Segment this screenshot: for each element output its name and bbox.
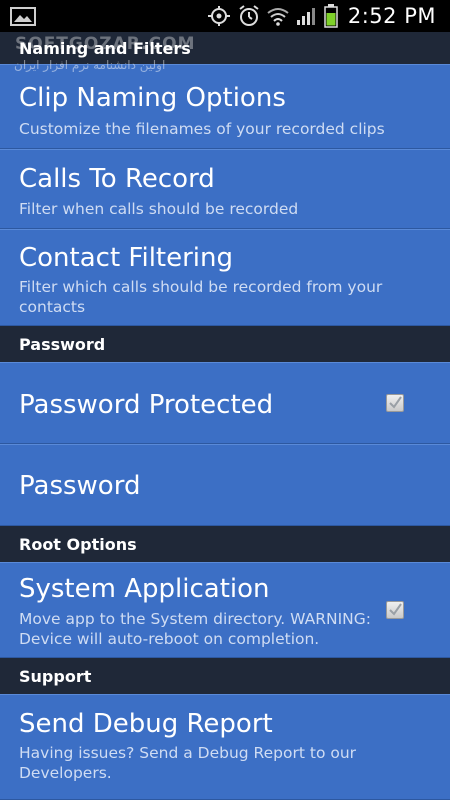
pref-summary: Having issues? Send a Debug Report to ou… (19, 744, 357, 782)
gallery-icon (10, 7, 36, 26)
battery-icon (324, 4, 338, 28)
pref-summary: Filter which calls should be recorded fr… (19, 278, 383, 316)
status-clock: 2:52 PM (347, 4, 436, 28)
pref-summary: Customize the filenames of your recorded… (19, 120, 385, 138)
pref-title: Contact Filtering (19, 243, 234, 273)
password-protected-checkbox[interactable] (386, 394, 404, 412)
section-header-naming: Naming and Filters (0, 32, 450, 64)
location-icon (206, 6, 232, 26)
pref-title: Clip Naming Options (19, 83, 286, 113)
pref-title: Password (19, 471, 141, 501)
pref-summary: Move app to the System directory. WARNIN… (19, 610, 372, 648)
system-application-checkbox[interactable] (386, 601, 404, 619)
pref-calls-to-record[interactable]: Calls To Record Filter when calls should… (0, 149, 450, 229)
pref-title: System Application (19, 574, 270, 604)
section-header-root-options: Root Options (0, 526, 450, 562)
pref-password[interactable]: Password (0, 444, 450, 526)
pref-password-protected[interactable]: Password Protected (0, 362, 450, 444)
section-header-password: Password (0, 326, 450, 362)
pref-system-application[interactable]: System Application Move app to the Syste… (0, 562, 450, 658)
signal-icon (296, 6, 318, 26)
alarm-icon (238, 5, 260, 27)
pref-title: Password Protected (19, 390, 274, 420)
pref-contact-filtering[interactable]: Contact Filtering Filter which calls sho… (0, 229, 450, 326)
wifi-icon (266, 6, 290, 26)
status-bar: 2:52 PM (0, 0, 450, 32)
pref-summary: Filter when calls should be recorded (19, 200, 299, 218)
pref-title: Calls To Record (19, 164, 215, 194)
section-header-support: Support (0, 658, 450, 694)
pref-title: Send Debug Report (19, 709, 273, 739)
pref-send-debug-report[interactable]: Send Debug Report Having issues? Send a … (0, 694, 450, 800)
pref-clip-naming-options[interactable]: Clip Naming Options Customize the filena… (0, 64, 450, 149)
